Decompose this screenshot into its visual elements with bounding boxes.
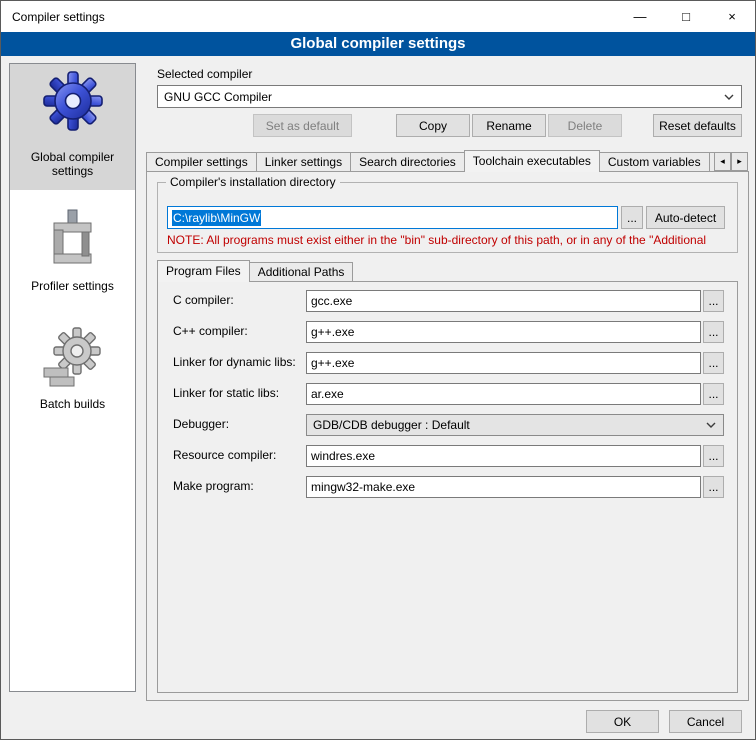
sidebar-item-label: Batch builds [10, 397, 135, 411]
make-program-input[interactable] [306, 476, 701, 498]
delete-button: Delete [548, 114, 622, 137]
settings-category-sidebar: Global compiler settings Profiler settin… [9, 63, 136, 692]
reset-defaults-button[interactable]: Reset defaults [653, 114, 742, 137]
tab-custom-variables[interactable]: Custom variables [599, 152, 710, 171]
dynamic-linker-label: Linker for dynamic libs: [173, 355, 296, 369]
gray-gear-bricks-icon [41, 326, 105, 390]
toolchain-subtabs: Program Files Additional Paths [157, 259, 557, 282]
static-linker-input[interactable] [306, 383, 701, 405]
tab-search-directories[interactable]: Search directories [350, 152, 465, 171]
installation-directory-group-title: Compiler's installation directory [166, 175, 340, 189]
installation-directory-selected-text: C:\raylib\MinGW [172, 210, 261, 226]
make-program-label: Make program: [173, 479, 254, 493]
cpp-compiler-label: C++ compiler: [173, 324, 248, 338]
sidebar-item-batch-builds[interactable]: Batch builds [10, 322, 135, 422]
selected-compiler-label: Selected compiler [157, 67, 252, 81]
debugger-value: GDB/CDB debugger : Default [313, 418, 470, 432]
c-compiler-browse-button[interactable]: ... [703, 290, 724, 312]
minimize-button[interactable]: — [617, 1, 663, 32]
installation-directory-browse-button[interactable]: ... [621, 206, 643, 229]
static-linker-label: Linker for static libs: [173, 386, 279, 400]
chevron-down-icon [706, 422, 716, 428]
tab-toolchain-executables[interactable]: Toolchain executables [464, 150, 600, 172]
dynamic-linker-browse-button[interactable]: ... [703, 352, 724, 374]
page-title: Global compiler settings [1, 32, 755, 56]
clamp-icon [45, 208, 101, 270]
resource-compiler-label: Resource compiler: [173, 448, 276, 462]
compiler-tabs: Compiler settings Linker settings Search… [146, 149, 749, 172]
resource-compiler-input[interactable] [306, 445, 701, 467]
installation-directory-input[interactable]: C:\raylib\MinGW [167, 206, 618, 229]
tab-scroll-right-button[interactable]: ▸ [731, 152, 748, 171]
subtab-program-files[interactable]: Program Files [157, 260, 250, 282]
window-controls: — □ × [617, 1, 755, 32]
sidebar-item-profiler-settings[interactable]: Profiler settings [10, 202, 135, 302]
dynamic-linker-input[interactable] [306, 352, 701, 374]
debugger-label: Debugger: [173, 417, 229, 431]
chevron-down-icon [724, 94, 734, 100]
compiler-settings-window: Compiler settings — □ × Global compiler … [0, 0, 756, 740]
cpp-compiler-input[interactable] [306, 321, 701, 343]
window-title: Compiler settings [1, 10, 105, 24]
ok-button[interactable]: OK [586, 710, 659, 733]
c-compiler-input[interactable] [306, 290, 701, 312]
maximize-button[interactable]: □ [663, 1, 709, 32]
tab-linker-settings[interactable]: Linker settings [256, 152, 351, 171]
set-as-default-button: Set as default [253, 114, 352, 137]
tab-scroll-left-button[interactable]: ◂ [714, 152, 731, 171]
cpp-compiler-browse-button[interactable]: ... [703, 321, 724, 343]
sidebar-item-label: Profiler settings [10, 279, 135, 293]
close-button[interactable]: × [709, 1, 755, 32]
rename-button[interactable]: Rename [472, 114, 546, 137]
selected-compiler-select[interactable]: GNU GCC Compiler [157, 85, 742, 108]
sidebar-item-label: Global compiler settings [10, 150, 135, 178]
sidebar-item-global-compiler-settings[interactable]: Global compiler settings [10, 64, 135, 190]
static-linker-browse-button[interactable]: ... [703, 383, 724, 405]
debugger-select[interactable]: GDB/CDB debugger : Default [306, 414, 724, 436]
cancel-button[interactable]: Cancel [669, 710, 742, 733]
subtab-additional-paths[interactable]: Additional Paths [249, 262, 354, 281]
copy-button[interactable]: Copy [396, 114, 470, 137]
selected-compiler-value: GNU GCC Compiler [164, 90, 272, 104]
tab-compiler-settings[interactable]: Compiler settings [146, 152, 257, 171]
auto-detect-button[interactable]: Auto-detect [646, 206, 725, 229]
c-compiler-label: C compiler: [173, 293, 234, 307]
resource-compiler-browse-button[interactable]: ... [703, 445, 724, 467]
titlebar: Compiler settings — □ × [1, 1, 755, 32]
bin-subdirectory-note: NOTE: All programs must exist either in … [167, 233, 733, 247]
blue-gear-icon [41, 69, 105, 133]
make-program-browse-button[interactable]: ... [703, 476, 724, 498]
